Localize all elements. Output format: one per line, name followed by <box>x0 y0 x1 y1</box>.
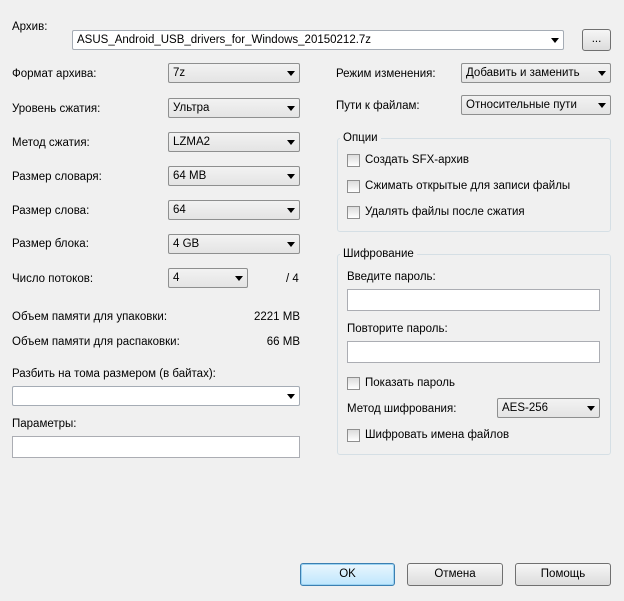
paths-label: Пути к файлам: <box>336 100 420 112</box>
chevron-down-icon <box>287 71 295 76</box>
mode-value: Добавить и заменить <box>466 67 580 79</box>
chevron-down-icon <box>598 71 606 76</box>
threads-label: Число потоков: <box>12 273 94 285</box>
level-select[interactable]: Ультра <box>168 98 300 118</box>
dict-label: Размер словаря: <box>12 171 102 183</box>
mode-label: Режим изменения: <box>336 68 436 80</box>
encryption-title: Шифрование <box>340 247 417 261</box>
method-label: Метод сжатия: <box>12 137 90 149</box>
mode-select[interactable]: Добавить и заменить <box>461 63 611 83</box>
method-value: LZMA2 <box>173 136 211 148</box>
enc-method-label: Метод шифрования: <box>347 403 457 415</box>
options-title: Опции <box>340 131 381 145</box>
threads-select[interactable]: 4 <box>168 268 248 288</box>
params-input[interactable] <box>12 436 300 458</box>
level-value: Ультра <box>173 102 210 114</box>
browse-button[interactable]: ... <box>582 29 611 51</box>
delete-label: Удалять файлы после сжатия <box>365 206 525 218</box>
chevron-down-icon <box>587 406 595 411</box>
sfx-label: Создать SFX-архив <box>365 154 470 166</box>
block-value: 4 GB <box>173 238 200 250</box>
delete-checkbox[interactable] <box>347 206 360 219</box>
params-label: Параметры: <box>12 418 77 430</box>
mem-unpack-value: 66 MB <box>266 336 300 348</box>
threads-value: 4 <box>173 272 180 284</box>
dict-select[interactable]: 64 MB <box>168 166 300 186</box>
repeat-password-input[interactable] <box>347 341 600 363</box>
chevron-down-icon <box>287 140 295 145</box>
threads-max: / 4 <box>286 273 299 285</box>
paths-value: Относительные пути <box>466 99 577 111</box>
cancel-button[interactable]: Отмена <box>407 563 503 586</box>
archive-path-value: ASUS_Android_USB_drivers_for_Windows_201… <box>77 34 372 46</box>
shared-checkbox[interactable] <box>347 180 360 193</box>
encrypt-names-checkbox[interactable] <box>347 429 360 442</box>
paths-select[interactable]: Относительные пути <box>461 95 611 115</box>
password-label: Введите пароль: <box>347 271 436 283</box>
mem-pack-value: 2221 MB <box>253 311 300 323</box>
show-password-checkbox[interactable] <box>347 377 360 390</box>
encrypt-names-label: Шифровать имена файлов <box>365 429 510 441</box>
enc-method-value: AES-256 <box>502 402 549 414</box>
sfx-checkbox[interactable] <box>347 154 360 167</box>
chevron-down-icon <box>287 174 295 179</box>
chevron-down-icon <box>287 106 295 111</box>
format-select[interactable]: 7z <box>168 63 300 83</box>
format-label: Формат архива: <box>12 68 97 80</box>
word-select[interactable]: 64 <box>168 200 300 220</box>
chevron-down-icon <box>598 103 606 108</box>
enc-method-select[interactable]: AES-256 <box>497 398 600 418</box>
format-value: 7z <box>173 67 186 79</box>
level-label: Уровень сжатия: <box>12 103 101 115</box>
chevron-down-icon[interactable] <box>287 394 295 399</box>
archive-label: Архив: <box>12 21 48 33</box>
chevron-down-icon <box>235 276 243 281</box>
block-label: Размер блока: <box>12 238 89 250</box>
password-input[interactable] <box>347 289 600 311</box>
chevron-down-icon <box>287 242 295 247</box>
chevron-down-icon <box>287 208 295 213</box>
word-label: Размер слова: <box>12 205 90 217</box>
ok-button[interactable]: OK <box>300 563 395 586</box>
method-select[interactable]: LZMA2 <box>168 132 300 152</box>
shared-label: Сжимать открытые для записи файлы <box>365 180 571 192</box>
show-password-label: Показать пароль <box>365 377 455 389</box>
mem-unpack-label: Объем памяти для распаковки: <box>12 336 180 348</box>
block-select[interactable]: 4 GB <box>168 234 300 254</box>
split-combo[interactable] <box>12 386 300 406</box>
repeat-label: Повторите пароль: <box>347 323 448 335</box>
chevron-down-icon[interactable] <box>551 38 559 43</box>
archive-path-combo[interactable]: ASUS_Android_USB_drivers_for_Windows_201… <box>72 30 564 50</box>
word-value: 64 <box>173 204 186 216</box>
split-label: Разбить на тома размером (в байтах): <box>12 368 216 380</box>
help-button[interactable]: Помощь <box>515 563 611 586</box>
mem-pack-label: Объем памяти для упаковки: <box>12 311 168 323</box>
dict-value: 64 MB <box>173 170 207 182</box>
